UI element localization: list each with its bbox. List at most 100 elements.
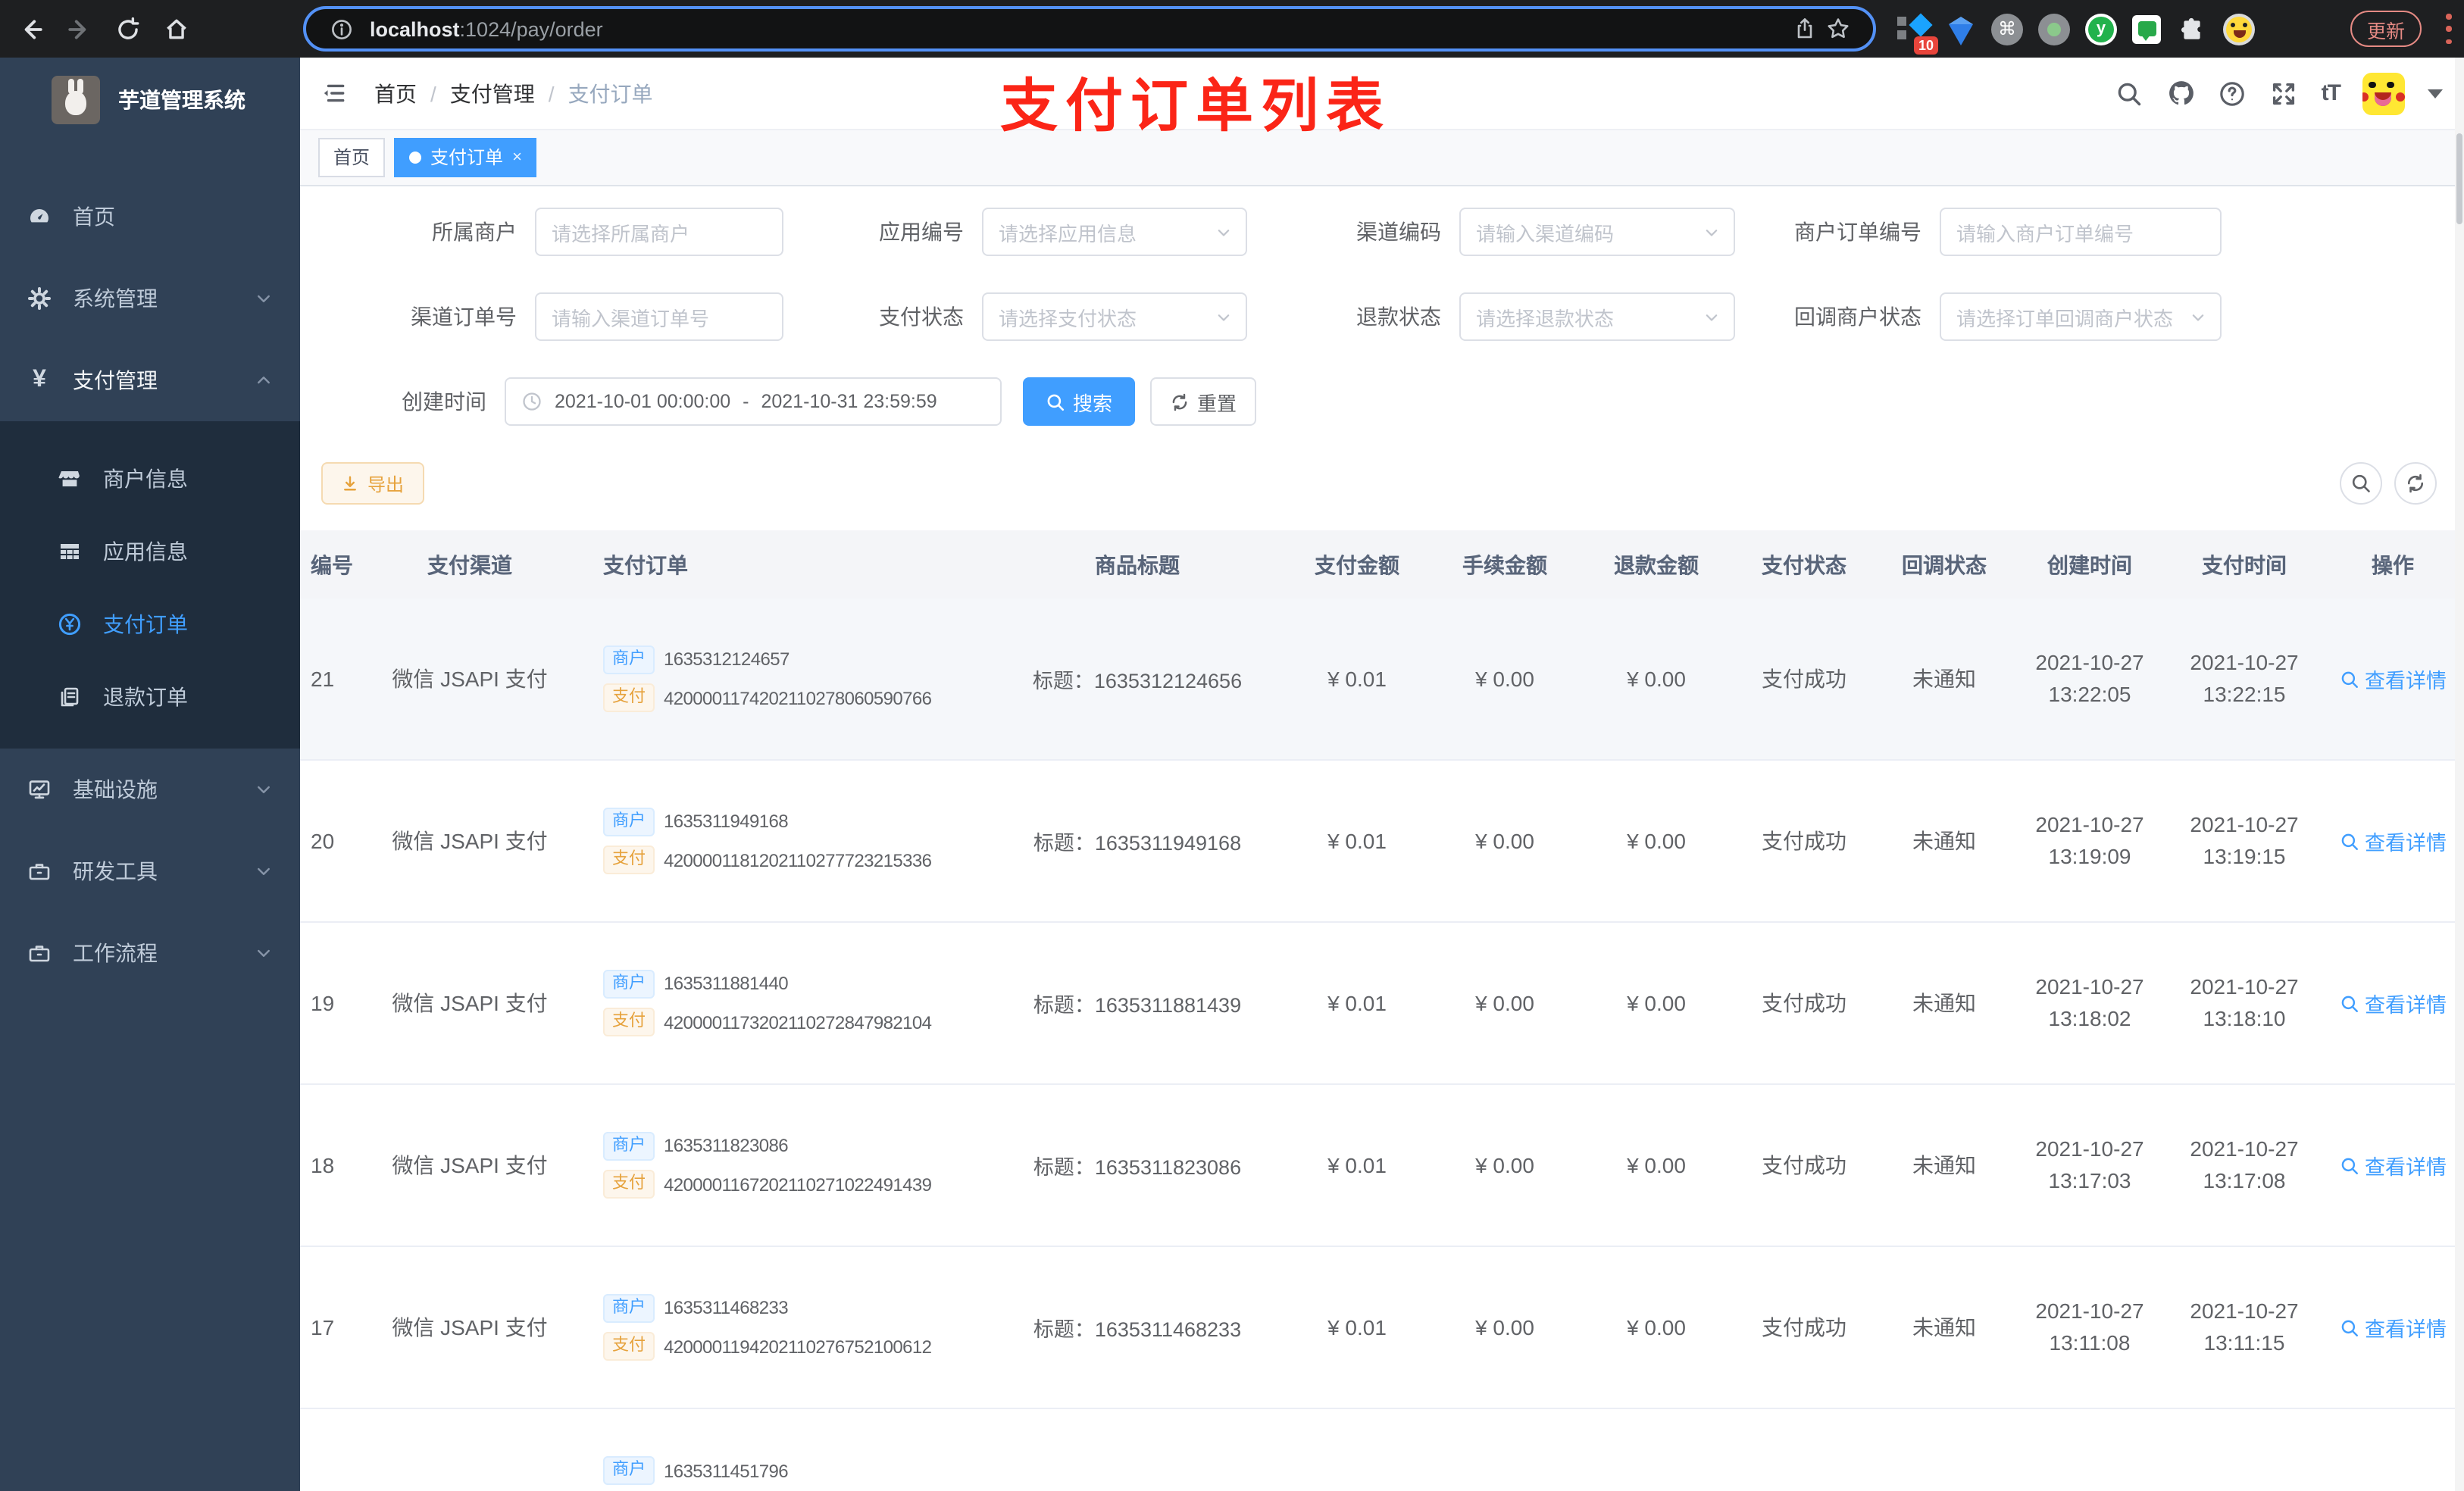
date-range-picker[interactable]: 2021-10-01 00:00:00 - 2021-10-31 23:59:5…	[505, 377, 1002, 426]
sidebar-item-label: 应用信息	[103, 539, 188, 564]
date-start: 2021-10-01 00:00:00	[555, 391, 731, 412]
refund-status-select[interactable]: 请选择退款状态	[1459, 292, 1735, 341]
help-icon[interactable]	[2219, 79, 2247, 108]
content-area: 所属商户 请选择所属商户 应用编号 请选择应用信息 渠道编码 请输入渠道编码 商…	[300, 186, 2464, 1491]
pay-tag: 支付	[603, 683, 655, 713]
chevron-down-icon	[255, 944, 273, 962]
search-icon[interactable]	[2115, 79, 2144, 108]
show-search-toggle-button[interactable]	[2340, 462, 2382, 505]
extension-chat-icon[interactable]	[2132, 14, 2161, 43]
briefcase-icon	[27, 941, 52, 965]
table-row: 20 微信 JSAPI 支付 商户 1635311949168 支付 4200001…	[300, 761, 2464, 923]
monitor-chart-icon	[27, 777, 52, 802]
sidebar-item-workflow[interactable]: 工作流程	[0, 912, 300, 994]
page-scrollbar[interactable]	[2455, 58, 2464, 1491]
shop-icon	[58, 467, 82, 491]
app-title: 芋道管理系统	[118, 88, 245, 112]
chevron-down-icon	[1215, 223, 1232, 240]
logo-rabbit-image	[52, 76, 100, 124]
update-button[interactable]: 更新	[2350, 11, 2422, 47]
sidebar-item-home[interactable]: 首页	[0, 176, 300, 258]
table-header-row: 编号 支付渠道 支付订单 商品标题 支付金额 手续金额 退款金额 支付状态 回调…	[300, 530, 2464, 599]
sidebar-item-refund-order[interactable]: 退款订单	[0, 661, 300, 733]
merchant-tag: 商户	[603, 1131, 655, 1161]
merchant-input[interactable]: 请选择所属商户	[535, 208, 783, 256]
notify-status-select[interactable]: 请选择订单回调商户状态	[1940, 292, 2222, 341]
sidebar-item-label: 基础设施	[73, 777, 158, 802]
close-tab-icon[interactable]: ×	[512, 148, 522, 166]
chevron-up-icon	[255, 371, 273, 389]
merchant-order-no-input[interactable]: 请输入商户订单编号	[1940, 208, 2222, 256]
sidebar-item-app-info[interactable]: 应用信息	[0, 515, 300, 588]
view-detail-link[interactable]: 查看详情	[2339, 826, 2447, 856]
filter-pay-status: 支付状态 请选择支付状态	[879, 292, 1247, 341]
screen: localhost:1024/pay/order 10 ⌘ y 更新 芋道管理系…	[0, 0, 2464, 1491]
sidebar-item-pay-order[interactable]: 支付订单	[0, 588, 300, 661]
clock-icon	[521, 391, 543, 412]
extension-pinned-icon[interactable]: 10	[1897, 12, 1938, 54]
status-badge: 支付成功	[1762, 1153, 1846, 1177]
filter-notify-status: 回调商户状态 请选择订单回调商户状态	[1794, 292, 2222, 341]
profile-avatar-icon[interactable]	[2223, 13, 2255, 45]
sidebar-item-merchant-info[interactable]: 商户信息	[0, 442, 300, 515]
chevron-down-icon	[255, 862, 273, 880]
reset-button[interactable]: 重置	[1150, 377, 1256, 426]
merchant-tag: 商户	[603, 645, 655, 674]
dashboard-icon	[27, 205, 52, 229]
url-bar[interactable]: localhost:1024/pay/order	[303, 6, 1876, 52]
forward-icon[interactable]	[61, 11, 97, 47]
breadcrumb-current: 支付订单	[568, 81, 653, 105]
app-select[interactable]: 请选择应用信息	[982, 208, 1247, 256]
status-badge: 支付成功	[1762, 829, 1846, 853]
sidebar-item-label: 商户信息	[103, 467, 188, 491]
tab-pay-order[interactable]: 支付订单 ×	[394, 137, 537, 177]
fullscreen-icon[interactable]	[2270, 79, 2299, 108]
home-icon[interactable]	[158, 11, 194, 47]
view-detail-link[interactable]: 查看详情	[2339, 988, 2447, 1018]
reload-icon[interactable]	[109, 11, 145, 47]
user-avatar[interactable]	[2362, 72, 2405, 114]
filter-refund-status: 退款状态 请选择退款状态	[1356, 292, 1735, 341]
browser-menu-icon[interactable]	[2446, 14, 2452, 44]
chevron-down-icon	[255, 780, 273, 799]
view-detail-link[interactable]: 查看详情	[2339, 1312, 2447, 1343]
font-size-icon[interactable]: tT	[2322, 80, 2341, 106]
chevron-down-icon	[255, 289, 273, 308]
view-detail-link[interactable]: 查看详情	[2339, 664, 2447, 694]
github-icon[interactable]	[2167, 79, 2196, 108]
url-text: localhost:1024/pay/order	[370, 17, 603, 40]
search-button[interactable]: 搜索	[1023, 377, 1135, 426]
extensions-puzzle-icon[interactable]	[2176, 13, 2208, 45]
tab-home[interactable]: 首页	[318, 137, 386, 177]
filter-channel-code: 渠道编码 请输入渠道编码	[1356, 208, 1735, 256]
extension-gem-icon[interactable]	[1944, 13, 1976, 45]
pay-status-select[interactable]: 请选择支付状态	[982, 292, 1247, 341]
extension-dot-icon[interactable]	[2038, 13, 2070, 45]
page-annotation-title: 支付订单列表	[1000, 76, 1392, 139]
avatar-caret-icon[interactable]	[2428, 89, 2443, 98]
sidebar-item-label: 系统管理	[73, 286, 158, 311]
date-separator: -	[743, 391, 749, 412]
sidebar-item-infrastructure[interactable]: 基础设施	[0, 749, 300, 830]
channel-code-select[interactable]: 请输入渠道编码	[1459, 208, 1735, 256]
export-button[interactable]: 导出	[321, 462, 424, 505]
bookmark-star-icon[interactable]	[1821, 12, 1855, 45]
sidebar-fold-icon[interactable]	[321, 80, 347, 106]
back-icon[interactable]	[12, 11, 48, 47]
breadcrumb-payment[interactable]: 支付管理	[450, 78, 535, 108]
view-detail-link[interactable]: 查看详情	[2339, 1150, 2447, 1180]
sidebar-item-system[interactable]: 系统管理	[0, 258, 300, 339]
sidebar-item-label: 工作流程	[73, 941, 158, 965]
app-logo[interactable]: 芋道管理系统	[0, 58, 300, 142]
breadcrumb-home[interactable]: 首页	[374, 78, 417, 108]
browser-toolbar: localhost:1024/pay/order 10 ⌘ y 更新	[0, 0, 2464, 58]
status-badge: 支付成功	[1762, 667, 1846, 691]
refresh-table-button[interactable]	[2394, 462, 2437, 505]
site-info-icon[interactable]	[324, 12, 358, 45]
sidebar-item-dev-tools[interactable]: 研发工具	[0, 830, 300, 912]
share-icon[interactable]	[1788, 12, 1821, 45]
sidebar-item-payment[interactable]: ¥ 支付管理	[0, 339, 300, 421]
extension-y-icon[interactable]: y	[2085, 13, 2117, 45]
extension-command-icon[interactable]: ⌘	[1991, 13, 2023, 45]
channel-order-no-input[interactable]: 请输入渠道订单号	[535, 292, 783, 341]
